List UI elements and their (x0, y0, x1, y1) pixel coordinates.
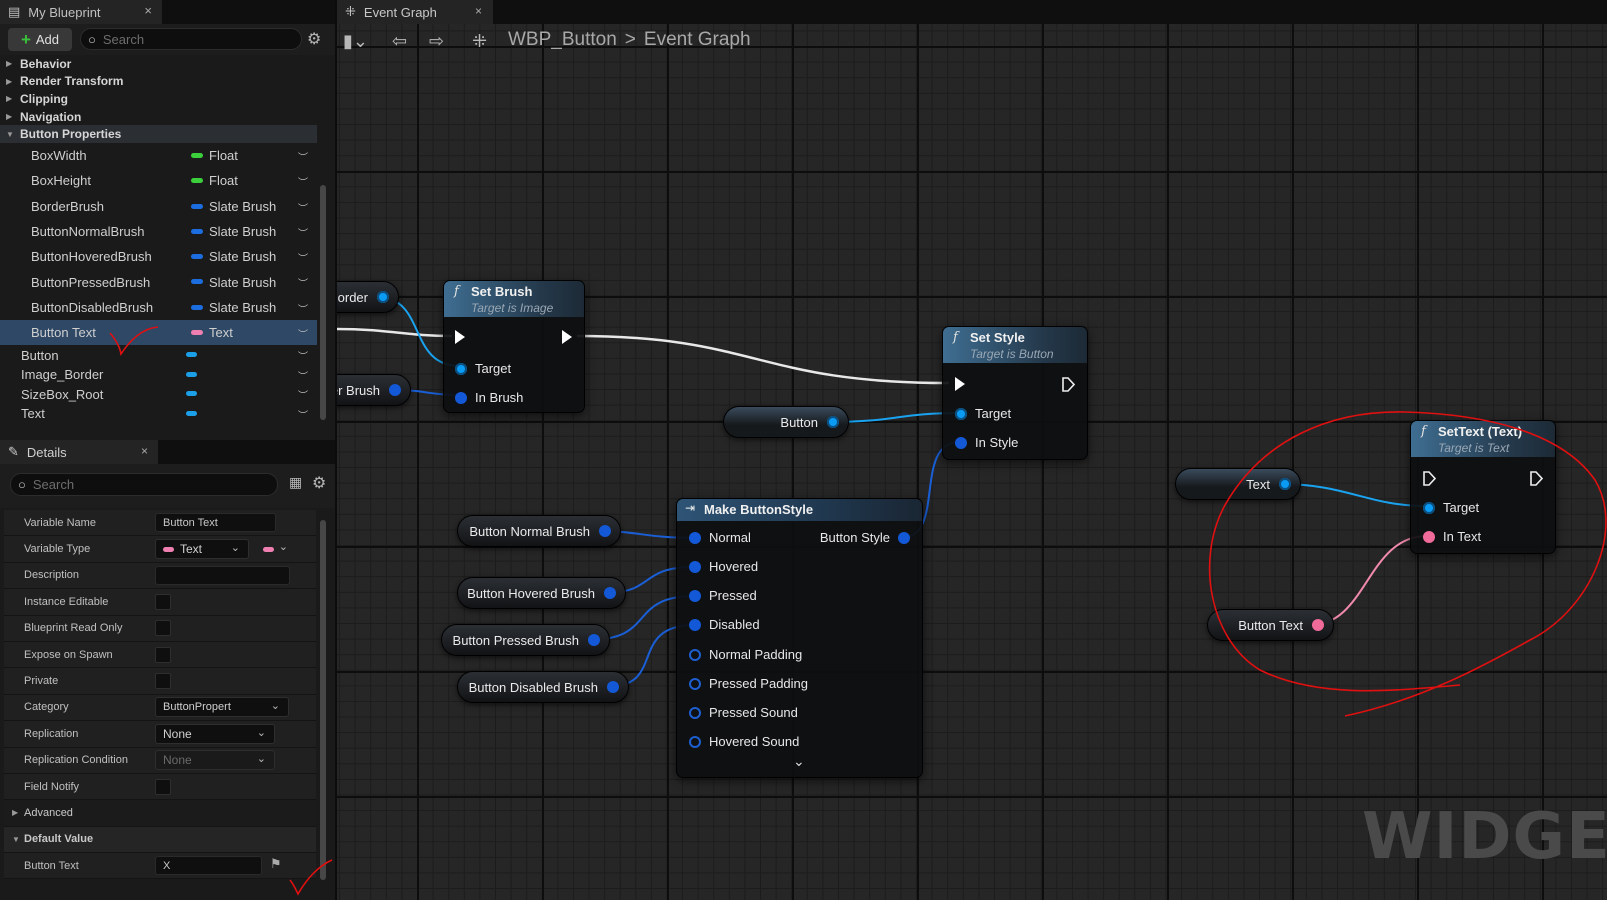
checkmark-annotation (289, 859, 333, 896)
red-annotation-marks (109, 326, 1607, 896)
checkmark-annotation (109, 326, 159, 357)
circle-annotation (1208, 411, 1607, 717)
